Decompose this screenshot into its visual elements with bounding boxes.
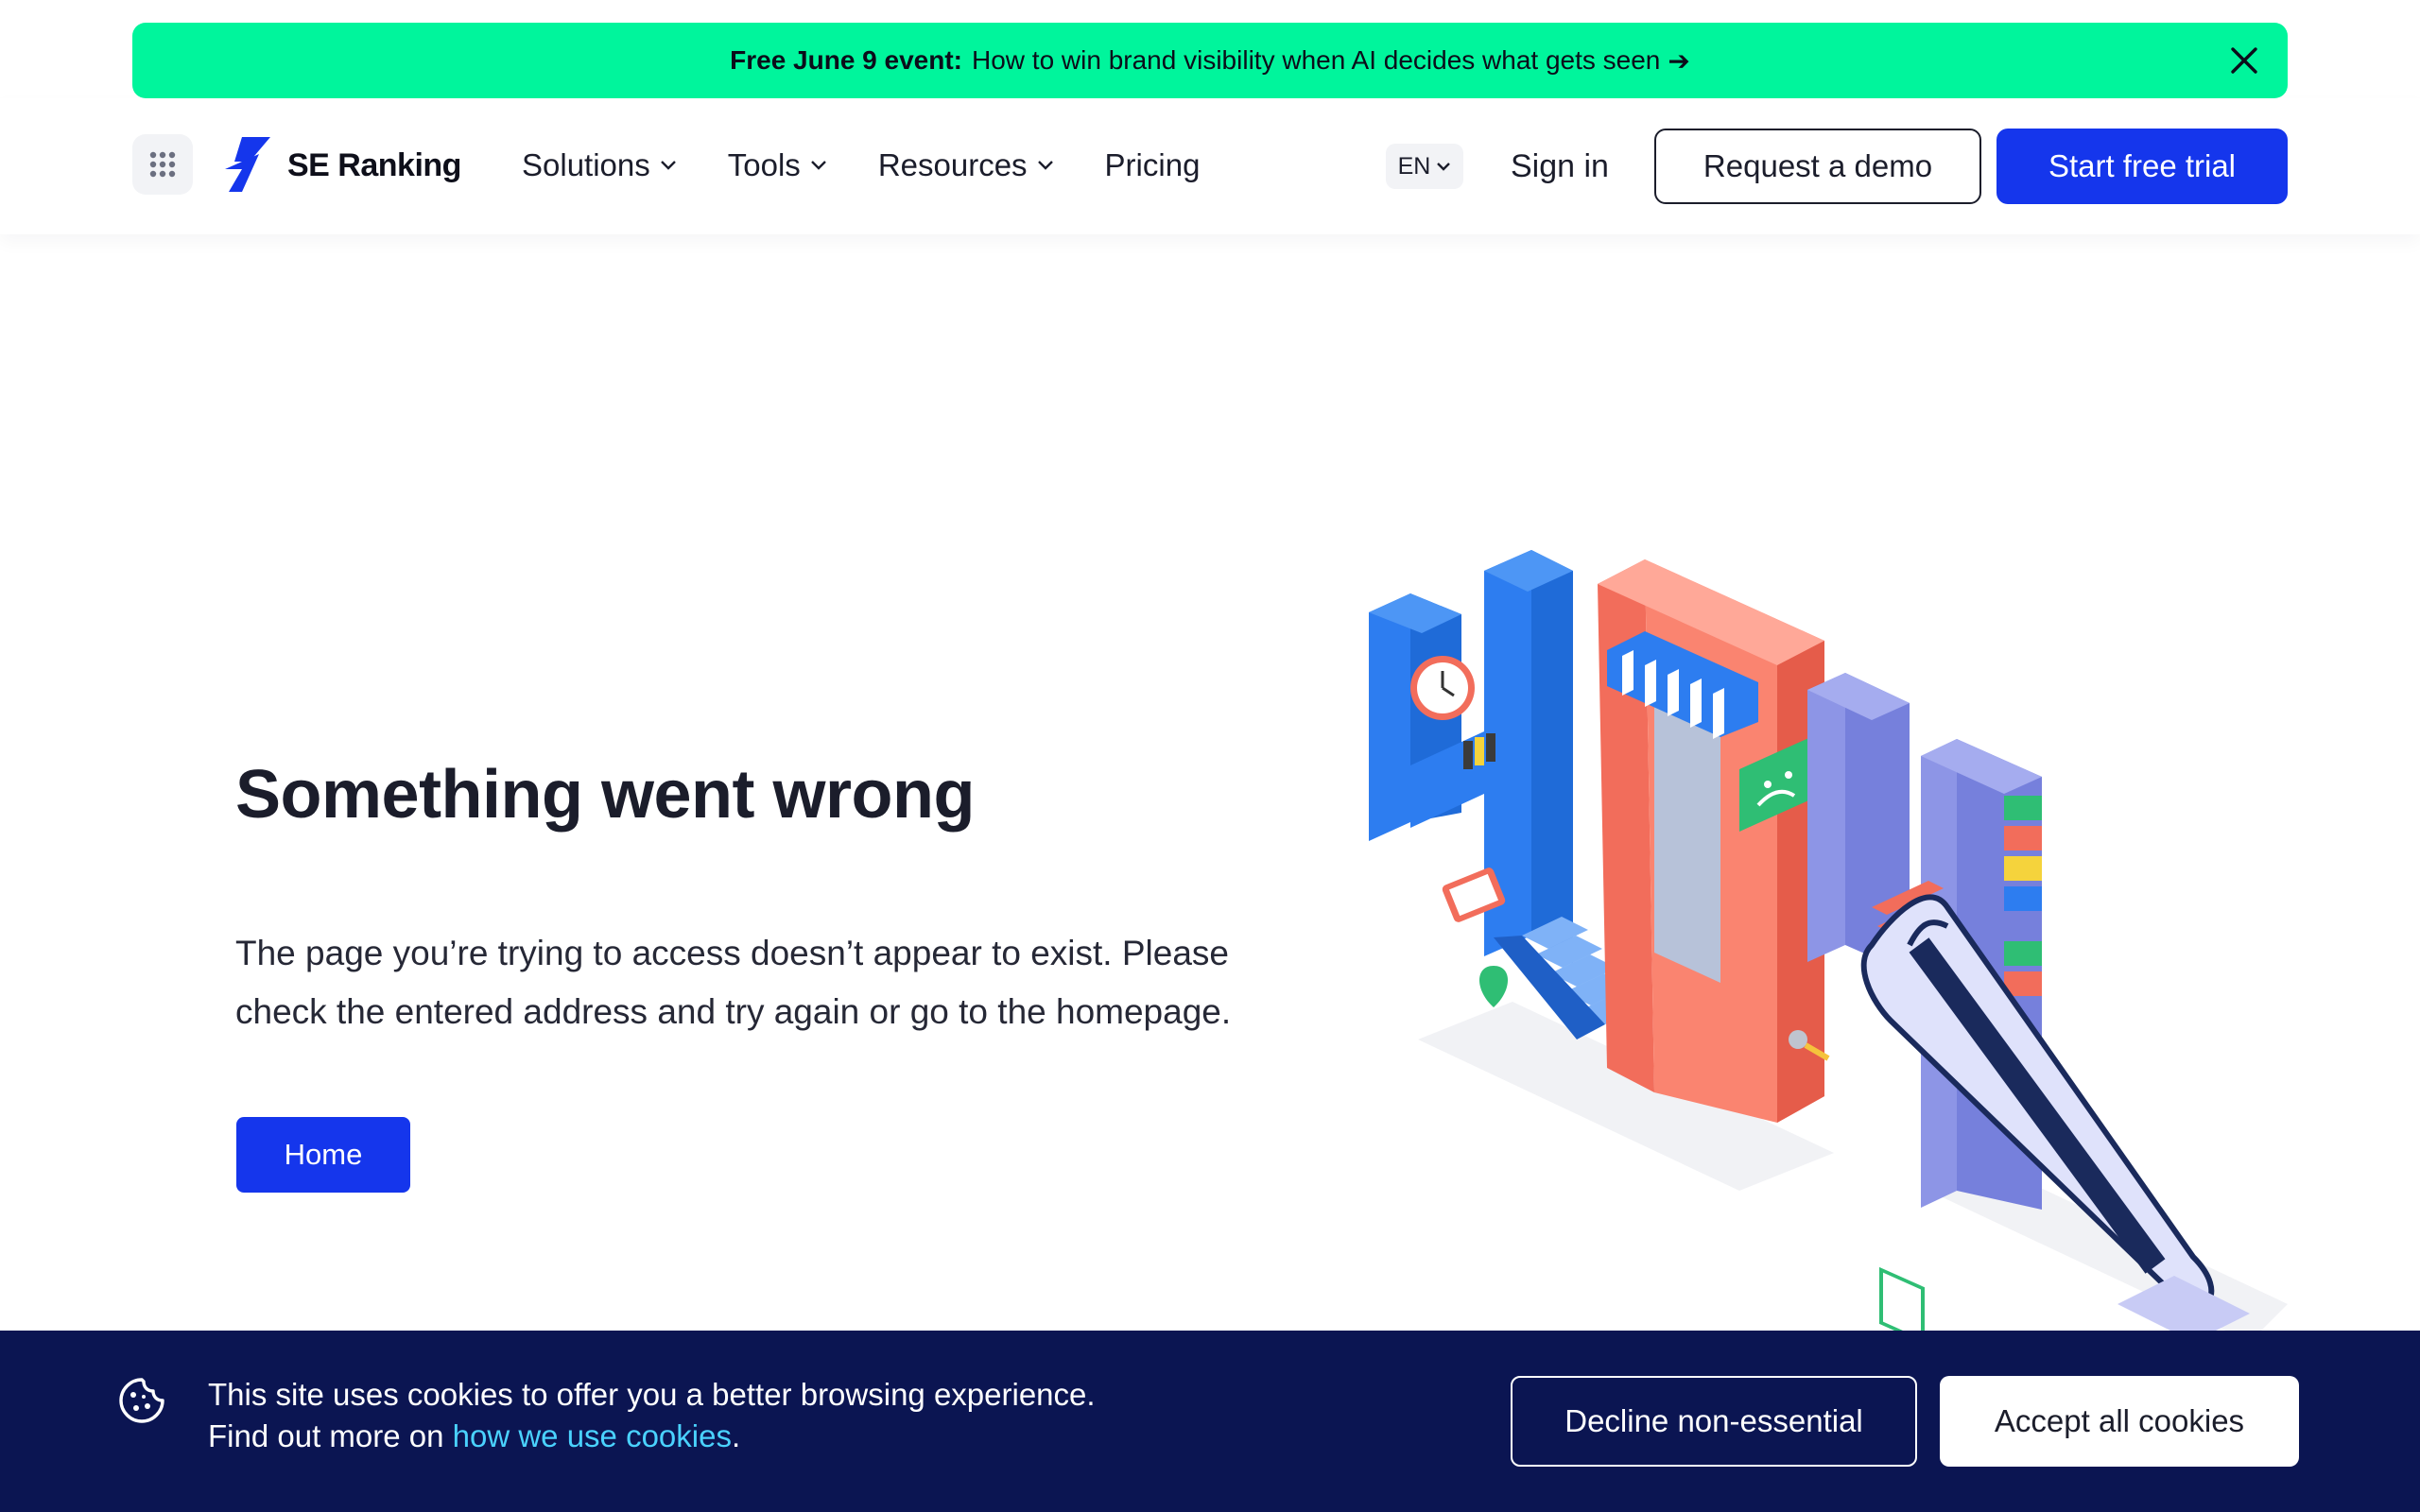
nav-pricing-label: Pricing — [1104, 147, 1201, 182]
language-label: EN — [1397, 152, 1431, 180]
nav-tools-label: Tools — [727, 147, 801, 182]
start-free-trial-button[interactable]: Start free trial — [1996, 129, 2288, 204]
error-404-illustration — [1369, 550, 2288, 1332]
promo-text: How to win brand visibility when AI deci… — [972, 45, 1661, 75]
promo-bold-text: Free June 9 event: — [730, 45, 962, 75]
cookie-line-2-suffix: . — [731, 1418, 741, 1453]
decline-cookies-button[interactable]: Decline non-essential — [1511, 1376, 1917, 1467]
nav-resources[interactable]: Resources — [878, 147, 1054, 183]
chevron-down-icon — [1037, 161, 1053, 170]
nav-pricing[interactable]: Pricing — [1105, 147, 1201, 183]
accept-cookies-button[interactable]: Accept all cookies — [1940, 1376, 2299, 1467]
nav-resources-label: Resources — [877, 147, 1028, 182]
sign-in-link[interactable]: Sign in — [1511, 144, 1609, 189]
request-demo-button[interactable]: Request a demo — [1654, 129, 1981, 204]
chevron-down-icon — [1437, 162, 1451, 171]
cookie-line-1: This site uses cookies to offer you a be… — [208, 1377, 1096, 1412]
arrow-right-icon: ➔ — [1668, 45, 1690, 76]
cookie-message: This site uses cookies to offer you a be… — [208, 1374, 1096, 1457]
apps-menu-button[interactable] — [132, 134, 193, 195]
cookie-banner: This site uses cookies to offer you a be… — [0, 1331, 2420, 1512]
chevron-down-icon — [810, 161, 826, 170]
promo-banner[interactable]: Free June 9 event: How to win brand visi… — [132, 23, 2288, 98]
grid-dots-icon — [149, 151, 176, 178]
logo-text: SE Ranking — [287, 146, 461, 183]
language-selector[interactable]: EN — [1386, 144, 1463, 189]
logo-mark-icon — [225, 137, 270, 192]
main-nav: Solutions Tools Resources Pricing — [522, 140, 1200, 191]
cookie-policy-link[interactable]: how we use cookies — [453, 1418, 732, 1453]
se-ranking-logo[interactable]: SE Ranking — [221, 136, 461, 195]
error-description: The page you’re trying to access doesn’t… — [235, 934, 1232, 1031]
site-header: SE Ranking Solutions Tools Resources Pri… — [0, 98, 2420, 234]
chevron-down-icon — [660, 161, 676, 170]
home-button[interactable]: Home — [236, 1117, 410, 1193]
cookie-line-2: Find out more on how we use cookies. — [208, 1416, 1096, 1457]
nav-solutions-label: Solutions — [522, 147, 650, 182]
digit-zero-shape — [1598, 559, 1830, 1123]
nav-solutions[interactable]: Solutions — [522, 147, 677, 183]
cookie-line-2-prefix: Find out more on — [208, 1418, 453, 1453]
page-title: Something went wrong — [235, 757, 975, 833]
cookie-icon — [119, 1378, 164, 1423]
promo-close-button[interactable] — [2223, 40, 2265, 81]
close-icon — [2231, 47, 2257, 74]
nav-tools[interactable]: Tools — [728, 147, 827, 183]
